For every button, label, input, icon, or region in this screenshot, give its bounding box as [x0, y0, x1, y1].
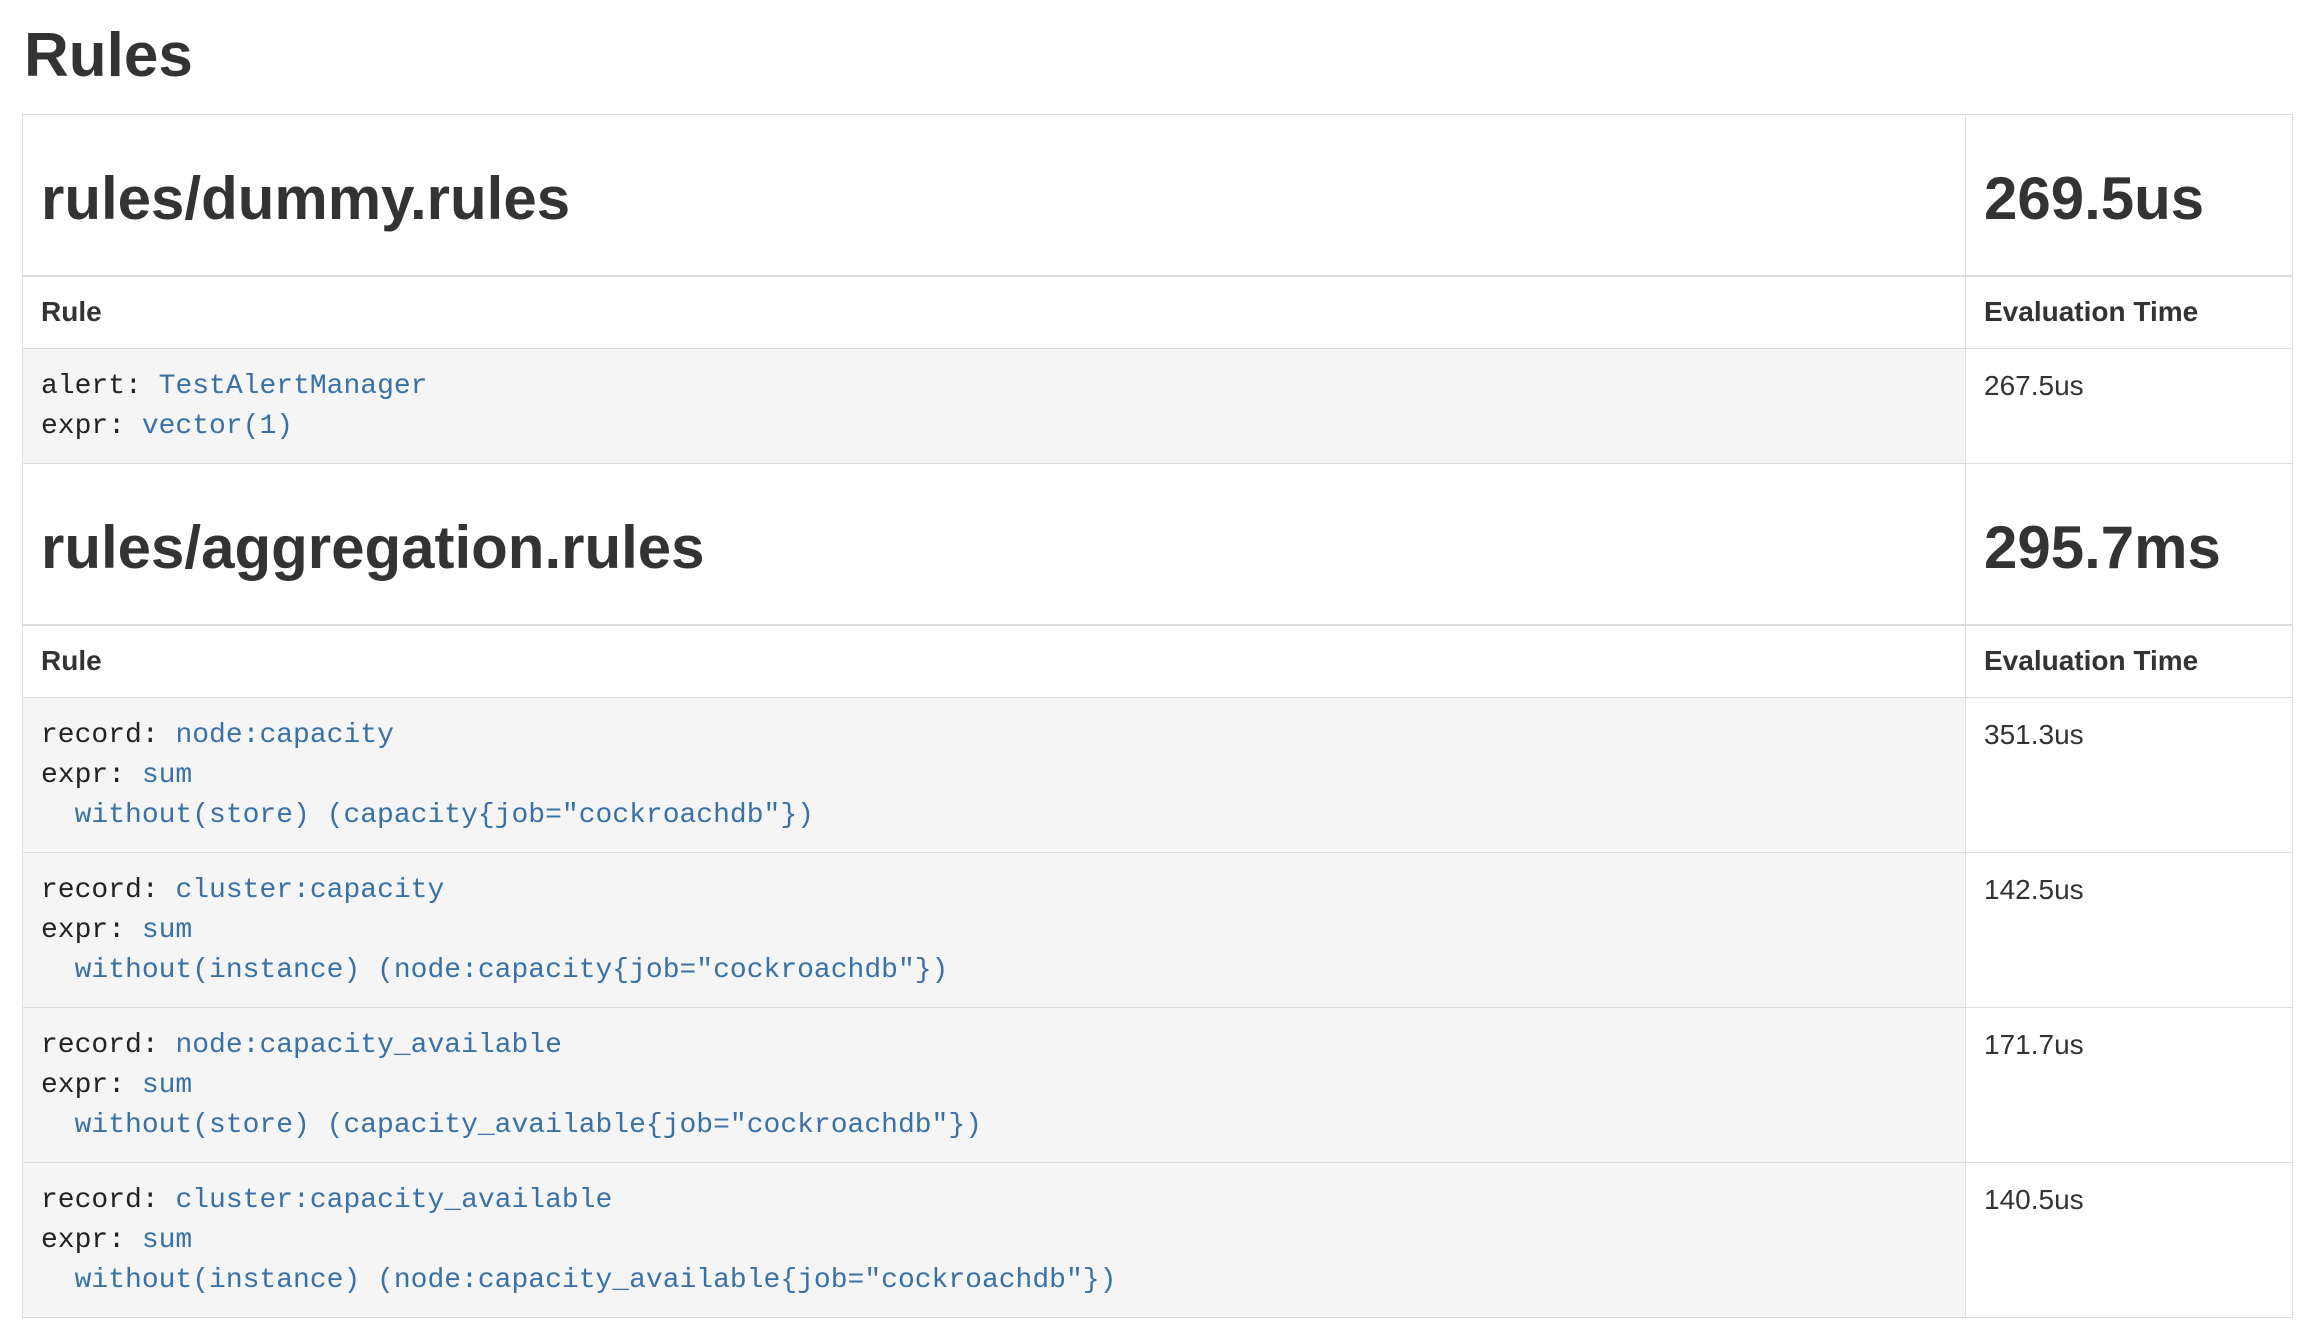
rule-code-line: expr: sum: [41, 756, 1947, 796]
rule-code-line: record: cluster:capacity_available: [41, 1181, 1947, 1221]
rule-group-file-cell: rules/aggregation.rules: [23, 464, 1966, 625]
rule-code-line: expr: sum: [41, 1066, 1947, 1106]
rule-row: alert: TestAlertManagerexpr: vector(1)26…: [23, 349, 2293, 464]
rule-link[interactable]: cluster:capacity_available: [175, 1185, 612, 1216]
rule-link[interactable]: cluster:capacity: [175, 875, 444, 906]
rule-code-line: record: cluster:capacity: [41, 871, 1947, 911]
rule-eval-time: 171.7us: [1966, 1008, 2293, 1163]
rule-code-line: record: node:capacity_available: [41, 1026, 1947, 1066]
rule-link[interactable]: sum: [142, 1070, 192, 1101]
rule-definition: record: cluster:capacityexpr: sum withou…: [23, 853, 1966, 1008]
column-header-row: RuleEvaluation Time: [23, 276, 2293, 349]
rules-table-body: rules/dummy.rules269.5usRuleEvaluation T…: [23, 115, 2293, 1318]
eval-time-column-header: Evaluation Time: [1966, 625, 2293, 698]
rule-link[interactable]: node:capacity: [175, 720, 393, 751]
rule-group-eval-time-cell: 295.7ms: [1966, 464, 2293, 625]
rule-group-total-eval-time: 269.5us: [1984, 166, 2274, 232]
rule-code-line: expr: vector(1): [41, 407, 1947, 447]
rule-group-file: rules/aggregation.rules: [41, 515, 1947, 581]
rule-link[interactable]: without(store) (capacity{job="cockroachd…: [41, 800, 814, 831]
rule-code-line: without(store) (capacity{job="cockroachd…: [41, 796, 1947, 836]
rule-code-key: expr:: [41, 760, 125, 791]
rule-group-header-row: rules/aggregation.rules 295.7ms: [23, 464, 2293, 625]
rule-link[interactable]: without(instance) (node:capacity{job="co…: [41, 955, 948, 986]
rule-code-key: expr:: [41, 1070, 125, 1101]
rule-code-line: without(instance) (node:capacity{job="co…: [41, 951, 1947, 991]
rule-code-key: record:: [41, 875, 159, 906]
rule-definition: record: node:capacityexpr: sum without(s…: [23, 698, 1966, 853]
rule-link[interactable]: TestAlertManager: [159, 371, 428, 402]
rule-definition: record: node:capacity_availableexpr: sum…: [23, 1008, 1966, 1163]
rule-definition: record: cluster:capacity_availableexpr: …: [23, 1163, 1966, 1318]
rule-row: record: cluster:capacityexpr: sum withou…: [23, 853, 2293, 1008]
rule-link[interactable]: without(store) (capacity_available{job="…: [41, 1110, 982, 1141]
rule-eval-time: 142.5us: [1966, 853, 2293, 1008]
rule-code-line: without(store) (capacity_available{job="…: [41, 1106, 1947, 1146]
rule-link[interactable]: without(instance) (node:capacity_availab…: [41, 1265, 1116, 1296]
rule-code-key: record:: [41, 720, 159, 751]
rule-code-line: alert: TestAlertManager: [41, 367, 1947, 407]
rule-code-key: expr:: [41, 915, 125, 946]
page-title: Rules: [24, 22, 2292, 90]
rule-row: record: cluster:capacity_availableexpr: …: [23, 1163, 2293, 1318]
rule-group-eval-time-cell: 269.5us: [1966, 115, 2293, 276]
rule-column-header: Rule: [23, 625, 1966, 698]
rule-row: record: node:capacity_availableexpr: sum…: [23, 1008, 2293, 1163]
rule-code-line: without(instance) (node:capacity_availab…: [41, 1261, 1947, 1301]
rule-group-total-eval-time: 295.7ms: [1984, 515, 2274, 581]
rule-group-file-cell: rules/dummy.rules: [23, 115, 1966, 276]
rule-code-key: record:: [41, 1030, 159, 1061]
eval-time-column-header: Evaluation Time: [1966, 276, 2293, 349]
rule-eval-time: 351.3us: [1966, 698, 2293, 853]
rule-code-line: expr: sum: [41, 1221, 1947, 1261]
rule-link[interactable]: sum: [142, 760, 192, 791]
rule-row: record: node:capacityexpr: sum without(s…: [23, 698, 2293, 853]
rules-page: Rules rules/dummy.rules269.5usRuleEvalua…: [0, 22, 2316, 1318]
rule-code-key: expr:: [41, 1225, 125, 1256]
rule-definition: alert: TestAlertManagerexpr: vector(1): [23, 349, 1966, 464]
rule-eval-time: 140.5us: [1966, 1163, 2293, 1318]
column-header-row: RuleEvaluation Time: [23, 625, 2293, 698]
rule-link[interactable]: vector(1): [142, 411, 293, 442]
rule-code-key: record:: [41, 1185, 159, 1216]
rule-column-header: Rule: [23, 276, 1966, 349]
rule-code-line: record: node:capacity: [41, 716, 1947, 756]
rule-link[interactable]: sum: [142, 915, 192, 946]
rule-code-key: expr:: [41, 411, 125, 442]
rule-eval-time: 267.5us: [1966, 349, 2293, 464]
rule-group-header-row: rules/dummy.rules 269.5us: [23, 115, 2293, 276]
rules-table: rules/dummy.rules269.5usRuleEvaluation T…: [22, 114, 2293, 1318]
rule-code-key: alert:: [41, 371, 142, 402]
rule-group-file: rules/dummy.rules: [41, 166, 1947, 232]
rule-link[interactable]: sum: [142, 1225, 192, 1256]
rule-code-line: expr: sum: [41, 911, 1947, 951]
rule-link[interactable]: node:capacity_available: [175, 1030, 561, 1061]
